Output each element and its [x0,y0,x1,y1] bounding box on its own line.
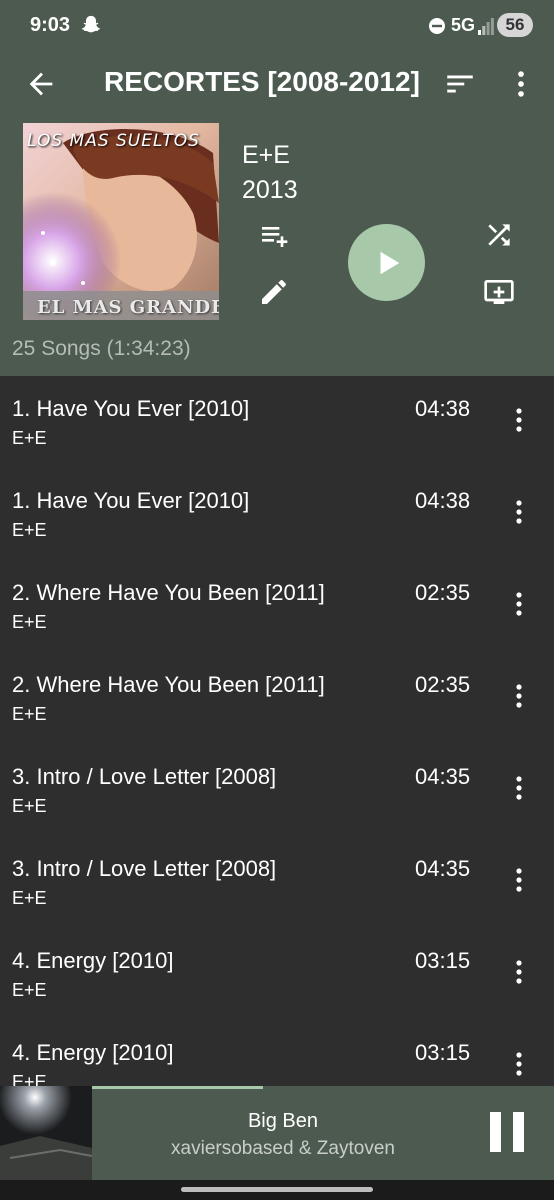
more-vert-icon[interactable] [504,67,538,101]
song-title: 1. Have You Ever [2010] [12,396,250,421]
song-row[interactable]: 3. Intro / Love Letter [2008] E+E 04:35 [0,836,554,928]
song-title: 4. Energy [2010] [12,948,174,973]
status-time: 9:03 [30,14,71,36]
song-more-icon[interactable] [507,958,531,986]
song-more-icon[interactable] [507,498,531,526]
song-artist: E+E [12,980,47,1000]
sort-icon[interactable] [443,67,477,101]
now-playing-title: Big Ben [247,1110,319,1132]
song-row[interactable]: 1. Have You Ever [2010] E+E 04:38 [0,376,554,468]
song-duration: 03:15 [415,1040,471,1065]
network-label: 5G [451,15,476,35]
song-title: 3. Intro / Love Letter [2008] [12,764,277,789]
song-row[interactable]: 4. Energy [2010] E+E 03:15 [0,928,554,1020]
song-row[interactable]: 1. Have You Ever [2010] E+E 04:38 [0,468,554,560]
edit-icon[interactable] [258,276,290,308]
page-title: RECORTES [2008-2012] [104,66,420,97]
song-duration: 02:35 [415,672,471,697]
song-row[interactable]: 2. Where Have You Been [2011] E+E 02:35 [0,560,554,652]
song-duration: 04:35 [415,856,471,881]
album-screen: 9:03 5G 56 RECORTES [2008-2012] LOS MAS … [0,0,554,1200]
song-duration: 04:35 [415,764,471,789]
album-header: 9:03 5G 56 RECORTES [2008-2012] LOS MAS … [0,0,554,376]
pause-icon [490,1112,524,1152]
song-more-icon[interactable] [507,1050,531,1078]
song-duration: 04:38 [415,396,471,421]
song-duration: 02:35 [415,580,471,605]
song-duration: 03:15 [415,948,471,973]
signal-icon [478,17,494,35]
song-artist: E+E [12,520,47,540]
song-duration: 04:38 [415,488,471,513]
song-title: 3. Intro / Love Letter [2008] [12,856,277,881]
song-more-icon[interactable] [507,406,531,434]
song-artist: E+E [12,428,47,448]
shuffle-icon[interactable] [483,219,515,251]
album-year: 2013 [242,176,298,204]
home-gesture-handle[interactable] [181,1187,373,1192]
song-more-icon[interactable] [507,866,531,894]
song-title: 2. Where Have You Been [2011] [12,672,325,697]
song-count: 25 Songs (1:34:23) [12,337,191,360]
add-to-queue-icon[interactable] [258,219,290,251]
song-artist: E+E [12,1072,47,1086]
play-icon [380,251,400,275]
album-artist: E+E [242,141,290,169]
song-list: 1. Have You Ever [2010] E+E 04:38 1. Hav… [0,376,554,1086]
song-title: 4. Energy [2010] [12,1040,174,1065]
song-more-icon[interactable] [507,774,531,802]
album-cover: LOS MAS SUELTOS EL MAS GRANDE [23,123,219,320]
album-art-caption-top: LOS MAS SUELTOS [27,131,200,151]
playback-progress-fill [92,1086,263,1089]
song-row[interactable]: 3. Intro / Love Letter [2008] E+E 04:35 [0,744,554,836]
now-playing-artist: xaviersobased & Zaytoven [171,1138,395,1159]
song-row[interactable]: 2. Where Have You Been [2011] E+E 02:35 [0,652,554,744]
status-bar: 9:03 5G 56 [0,0,554,52]
album-art-caption-bottom: EL MAS GRANDE [37,297,219,318]
mini-player[interactable]: Big Ben xaviersobased & Zaytoven [0,1086,554,1180]
back-arrow-icon[interactable] [24,67,58,101]
song-title: 1. Have You Ever [2010] [12,488,250,513]
battery-indicator: 56 [497,13,533,37]
song-row[interactable]: 4. Energy [2010] E+E 03:15 [0,1020,554,1086]
pause-button[interactable] [486,1110,530,1154]
song-artist: E+E [12,704,47,724]
song-more-icon[interactable] [507,590,531,618]
song-artist: E+E [12,612,47,632]
song-artist: E+E [12,888,47,908]
song-title: 2. Where Have You Been [2011] [12,580,325,605]
play-button[interactable] [348,224,425,301]
song-more-icon[interactable] [507,682,531,710]
snapchat-icon [80,14,102,36]
song-artist: E+E [12,796,47,816]
system-nav-bar [0,1180,554,1200]
cast-to-device-icon[interactable] [483,276,515,308]
now-playing-cover [0,1086,92,1180]
do-not-disturb-icon [428,17,446,35]
playback-progress[interactable] [92,1086,554,1089]
